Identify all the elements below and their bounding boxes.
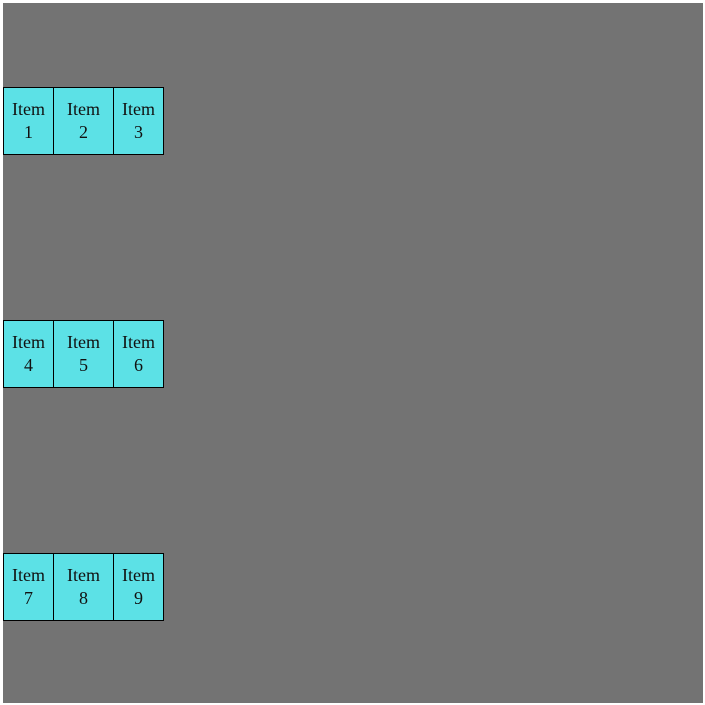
item-number: 6	[134, 355, 143, 375]
item-8: Item 8	[53, 553, 114, 621]
item-1: Item 1	[3, 87, 54, 155]
item-label: Item	[122, 99, 155, 119]
item-number: 9	[134, 588, 143, 608]
item-number: 8	[79, 588, 88, 608]
item-label: Item	[12, 565, 45, 585]
item-number: 4	[24, 355, 33, 375]
item-label: Item	[12, 99, 45, 119]
item-7: Item 7	[3, 553, 54, 621]
item-label: Item	[67, 332, 100, 352]
item-label: Item	[122, 332, 155, 352]
item-label: Item	[67, 99, 100, 119]
item-label: Item	[12, 332, 45, 352]
item-number: 1	[24, 122, 33, 142]
item-number: 2	[79, 122, 88, 142]
item-number: 5	[79, 355, 88, 375]
item-6: Item 6	[113, 320, 164, 388]
item-label: Item	[122, 565, 155, 585]
item-number: 7	[24, 588, 33, 608]
item-row: Item 1 Item 2 Item 3	[3, 87, 164, 155]
item-row: Item 7 Item 8 Item 9	[3, 553, 164, 621]
item-9: Item 9	[113, 553, 164, 621]
item-row: Item 4 Item 5 Item 6	[3, 320, 164, 388]
item-5: Item 5	[53, 320, 114, 388]
item-label: Item	[67, 565, 100, 585]
item-4: Item 4	[3, 320, 54, 388]
item-3: Item 3	[113, 87, 164, 155]
item-2: Item 2	[53, 87, 114, 155]
flex-container: Item 1 Item 2 Item 3 Item 4 Item 5 Item 6 Item…	[3, 3, 703, 703]
item-number: 3	[134, 122, 143, 142]
